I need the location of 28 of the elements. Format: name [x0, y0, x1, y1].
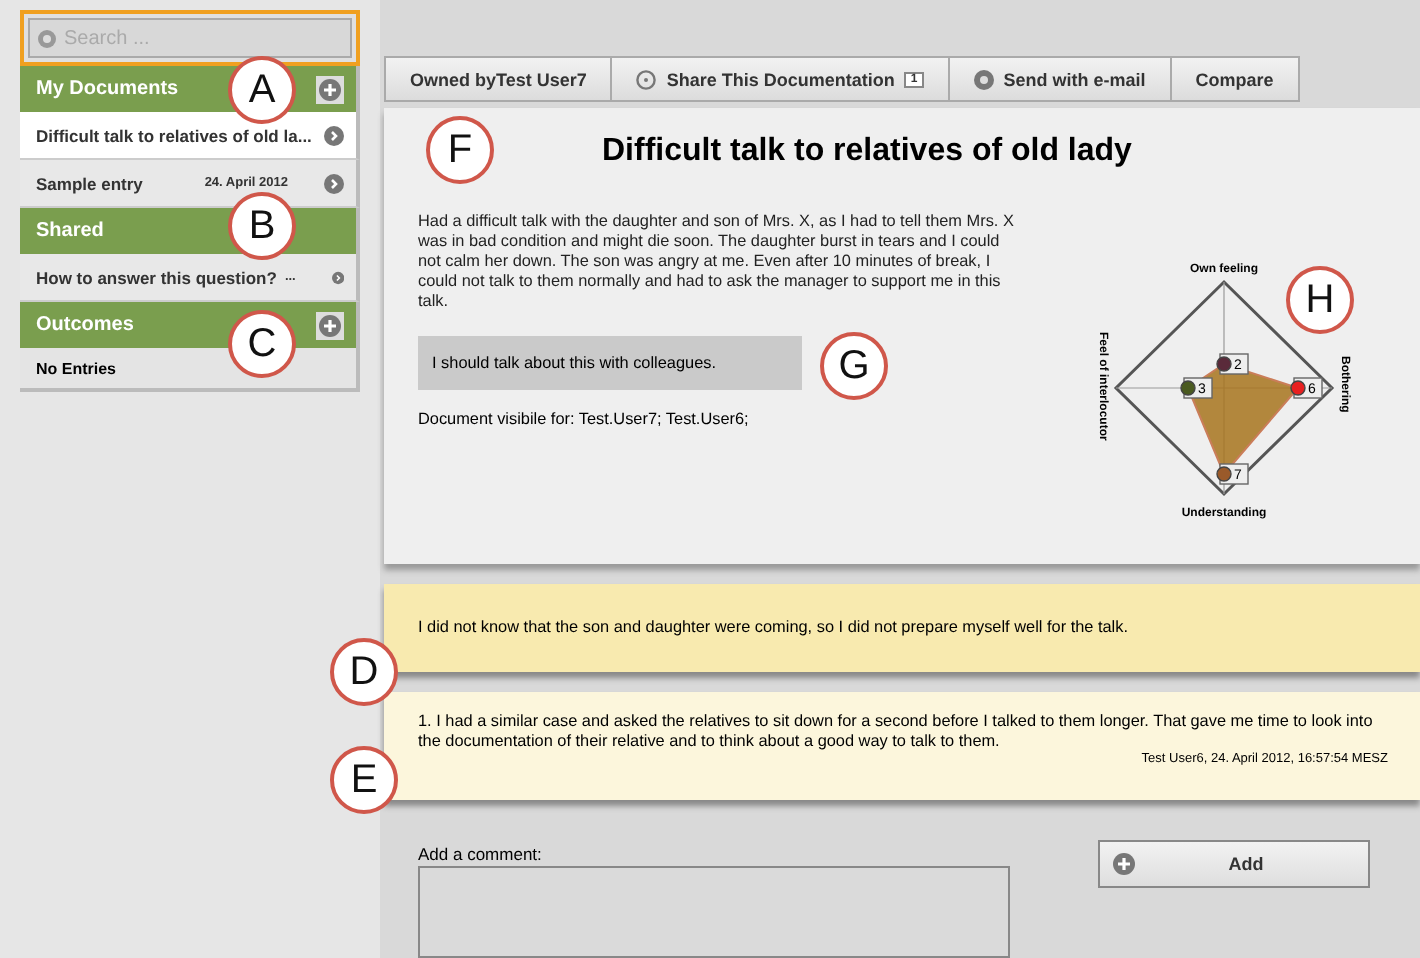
add-button[interactable]	[316, 311, 344, 339]
document-text: Had a difficult talk with the daughter and son of Mrs. X, as I had to tell them Mrs. X was in bad condition and might die soon. The daughter burst in tears and I could not calm her down. The son was angry at me. Even after 10 minutes of break, I could not talk to them normally and had to ask the manager to support me in this talk.	[418, 212, 1016, 313]
toolbar-button[interactable]: Compare	[1171, 58, 1298, 101]
visibility-text: Document visibile for: Test.User7; Test.User6;	[418, 410, 751, 429]
add-icon	[318, 313, 342, 337]
comment-text: I did not know that the son and daughter were coming, so I did not prepare myself well for the talk.	[418, 618, 1130, 638]
add-button[interactable]	[316, 75, 344, 103]
document-title: Difficult talk to relatives of old lady	[602, 132, 1132, 173]
section-title: Outcomes	[36, 314, 134, 336]
comment-text: 1. I had a similar case and asked the relatives to sit down for a second before I talked to them longer. That gave me time to look into the documentation of their relative and to think about a good way to talk to them.	[418, 712, 1375, 752]
sidebar-item[interactable]: Difficult talk to relatives of old la...	[20, 112, 360, 160]
chevron-icon	[324, 125, 344, 145]
toolbar-button[interactable]: Owned byTest User7	[386, 58, 613, 101]
toolbar-button[interactable]: Send with e-mail	[949, 58, 1172, 101]
callout-marker: E	[330, 746, 398, 814]
note-text: I should talk about this with colleagues.	[418, 336, 802, 391]
section-title: My Documents	[36, 78, 179, 100]
clock-icon	[636, 69, 657, 90]
add-button[interactable]: Add	[1098, 840, 1370, 888]
chevron-icon	[331, 267, 344, 287]
search-icon	[38, 30, 56, 48]
section-title: Shared	[36, 220, 104, 242]
chevron-icon	[324, 173, 344, 193]
add-icon	[318, 77, 342, 101]
comment-field[interactable]	[418, 866, 1010, 958]
plus-icon	[1112, 852, 1136, 876]
callout-marker: D	[330, 638, 398, 706]
field-label: Add a comment:	[418, 844, 544, 864]
